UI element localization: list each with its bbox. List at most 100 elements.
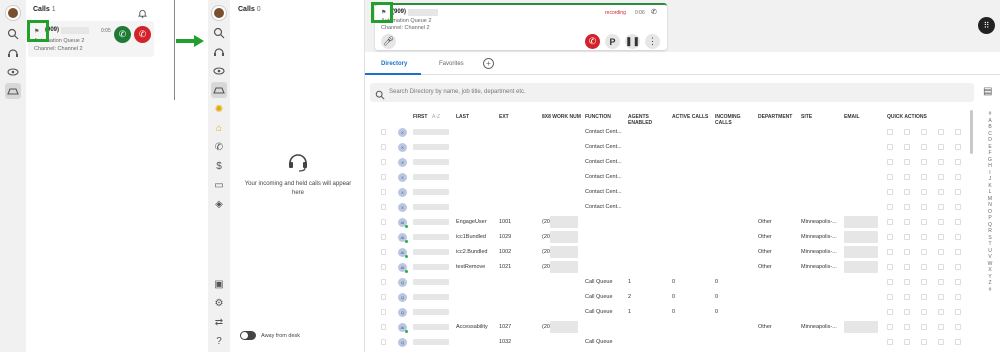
more-action-icon[interactable]	[955, 174, 961, 180]
user-avatar-2[interactable]	[212, 6, 226, 20]
table-row[interactable]: AI EngageUser 1001 (206 Other Minneapolis-...	[370, 215, 970, 230]
alphabet-letter[interactable]: J	[986, 176, 994, 182]
mute-button[interactable]: 🎤︎	[381, 34, 396, 49]
calls-tray-icon[interactable]	[5, 83, 21, 99]
table-row[interactable]: AI icc1Bundled 1029 (206 Other Minneapolis-..…	[370, 230, 970, 245]
video-action-icon[interactable]	[921, 309, 927, 315]
phone-icon[interactable]: ✆	[211, 139, 227, 155]
table-row[interactable]: X Contact Cent...	[370, 200, 970, 215]
alphabet-letter[interactable]: P	[986, 215, 994, 221]
chat-action-icon[interactable]	[938, 159, 944, 165]
row-select-checkbox[interactable]	[381, 174, 386, 180]
alphabet-letter[interactable]: E	[986, 144, 994, 150]
directory-search[interactable]: Search Directory by name, job title, dep…	[370, 83, 974, 102]
more-action-icon[interactable]	[955, 129, 961, 135]
alphabet-letter[interactable]: Y	[986, 274, 994, 280]
more-action-icon[interactable]	[955, 204, 961, 210]
row-select-checkbox[interactable]	[381, 189, 386, 195]
more-options-button[interactable]: ⋮	[645, 34, 660, 49]
table-row[interactable]: X Contact Cent...	[370, 185, 970, 200]
alphabet-letter[interactable]: Q	[986, 222, 994, 228]
waveform-icon[interactable]: ◈	[211, 196, 227, 212]
alphabet-letter[interactable]: W	[986, 261, 994, 267]
decline-button[interactable]: ✆	[134, 26, 151, 43]
analytics-icon[interactable]: ✺	[211, 101, 227, 117]
chat-action-icon[interactable]	[938, 264, 944, 270]
video-action-icon[interactable]	[921, 174, 927, 180]
video-action-icon[interactable]	[921, 279, 927, 285]
alphabet-letter[interactable]: #	[986, 111, 994, 117]
table-row[interactable]: Q 1032 Call Queue	[370, 335, 970, 350]
alphabet-letter[interactable]: K	[986, 183, 994, 189]
call-action-icon[interactable]	[887, 249, 893, 255]
video-action-icon[interactable]	[921, 204, 927, 210]
search-icon[interactable]	[5, 26, 21, 42]
alphabet-letter[interactable]: I	[986, 170, 994, 176]
chat-action-icon[interactable]	[938, 189, 944, 195]
settings-icon[interactable]: ⚙	[211, 295, 227, 311]
row-select-checkbox[interactable]	[381, 234, 386, 240]
video-action-icon[interactable]	[921, 144, 927, 150]
alphabet-letter[interactable]: N	[986, 202, 994, 208]
video-action-icon[interactable]	[921, 249, 927, 255]
call-action-icon[interactable]	[887, 204, 893, 210]
video-action-icon[interactable]	[921, 264, 927, 270]
row-select-checkbox[interactable]	[381, 129, 386, 135]
contact-center-icon[interactable]	[211, 44, 227, 60]
call-action-icon[interactable]	[887, 189, 893, 195]
row-select-checkbox[interactable]	[381, 204, 386, 210]
chat-action-icon[interactable]	[938, 144, 944, 150]
table-row[interactable]: X Contact Cent...	[370, 125, 970, 140]
video-action-icon[interactable]	[921, 234, 927, 240]
row-select-checkbox[interactable]	[381, 249, 386, 255]
col-active-calls[interactable]: ACTIVE CALLS	[672, 114, 708, 120]
more-action-icon[interactable]	[955, 159, 961, 165]
video-action-icon[interactable]	[921, 294, 927, 300]
col-sort-az[interactable]: A-Z	[432, 114, 440, 120]
user-avatar[interactable]	[6, 6, 20, 20]
hold-button[interactable]: ❚❚	[625, 34, 640, 49]
phone-action-icon[interactable]	[904, 129, 910, 135]
table-row[interactable]: Q Call Queue 1 0 0	[370, 305, 970, 320]
video-action-icon[interactable]	[921, 324, 927, 330]
call-action-icon[interactable]	[887, 159, 893, 165]
active-call-card[interactable]: ⚑ (909) recording 0:06 ✆ Automation Queu…	[375, 3, 667, 50]
video-action-icon[interactable]	[921, 129, 927, 135]
calls-tray-icon[interactable]	[211, 82, 227, 98]
more-action-icon[interactable]	[955, 219, 961, 225]
away-toggle[interactable]	[240, 331, 256, 340]
chat-action-icon[interactable]	[938, 279, 944, 285]
video-action-icon[interactable]	[921, 189, 927, 195]
table-row[interactable]: Q Call Queue 1 0 0	[370, 275, 970, 290]
col-work-number[interactable]: 8X8 WORK NUM	[542, 114, 582, 120]
more-action-icon[interactable]	[955, 294, 961, 300]
alphabet-letter[interactable]: L	[986, 189, 994, 195]
chat-action-icon[interactable]	[938, 249, 944, 255]
column-settings-icon[interactable]: ▤	[983, 86, 992, 97]
dialpad-button[interactable]: ⠿	[978, 17, 995, 34]
dollar-icon[interactable]: $	[211, 158, 227, 174]
phone-action-icon[interactable]	[904, 234, 910, 240]
phone-action-icon[interactable]	[904, 219, 910, 225]
alphabet-letter[interactable]: F	[986, 150, 994, 156]
alphabet-letter[interactable]: C	[986, 131, 994, 137]
col-department[interactable]: DEPARTMENT	[758, 114, 792, 120]
col-function[interactable]: FUNCTION	[585, 114, 611, 120]
call-action-icon[interactable]	[887, 129, 893, 135]
row-select-checkbox[interactable]	[381, 219, 386, 225]
alphabet-letter[interactable]: H	[986, 163, 994, 169]
more-action-icon[interactable]	[955, 144, 961, 150]
chat-action-icon[interactable]	[938, 324, 944, 330]
phone-action-icon[interactable]	[904, 279, 910, 285]
call-action-icon[interactable]	[887, 339, 893, 345]
monitor-icon[interactable]: ▣	[211, 276, 227, 292]
call-action-icon[interactable]	[887, 234, 893, 240]
table-row[interactable]: AI Accessability 1027 (206 Other Minneapolis-…	[370, 320, 970, 335]
phone-action-icon[interactable]	[904, 159, 910, 165]
video-action-icon[interactable]	[921, 339, 927, 345]
alphabet-letter[interactable]: D	[986, 137, 994, 143]
table-row[interactable]: X Contact Cent...	[370, 170, 970, 185]
phone-action-icon[interactable]	[904, 339, 910, 345]
alphabet-letter[interactable]: S	[986, 235, 994, 241]
table-row[interactable]: X Contact Cent...	[370, 140, 970, 155]
